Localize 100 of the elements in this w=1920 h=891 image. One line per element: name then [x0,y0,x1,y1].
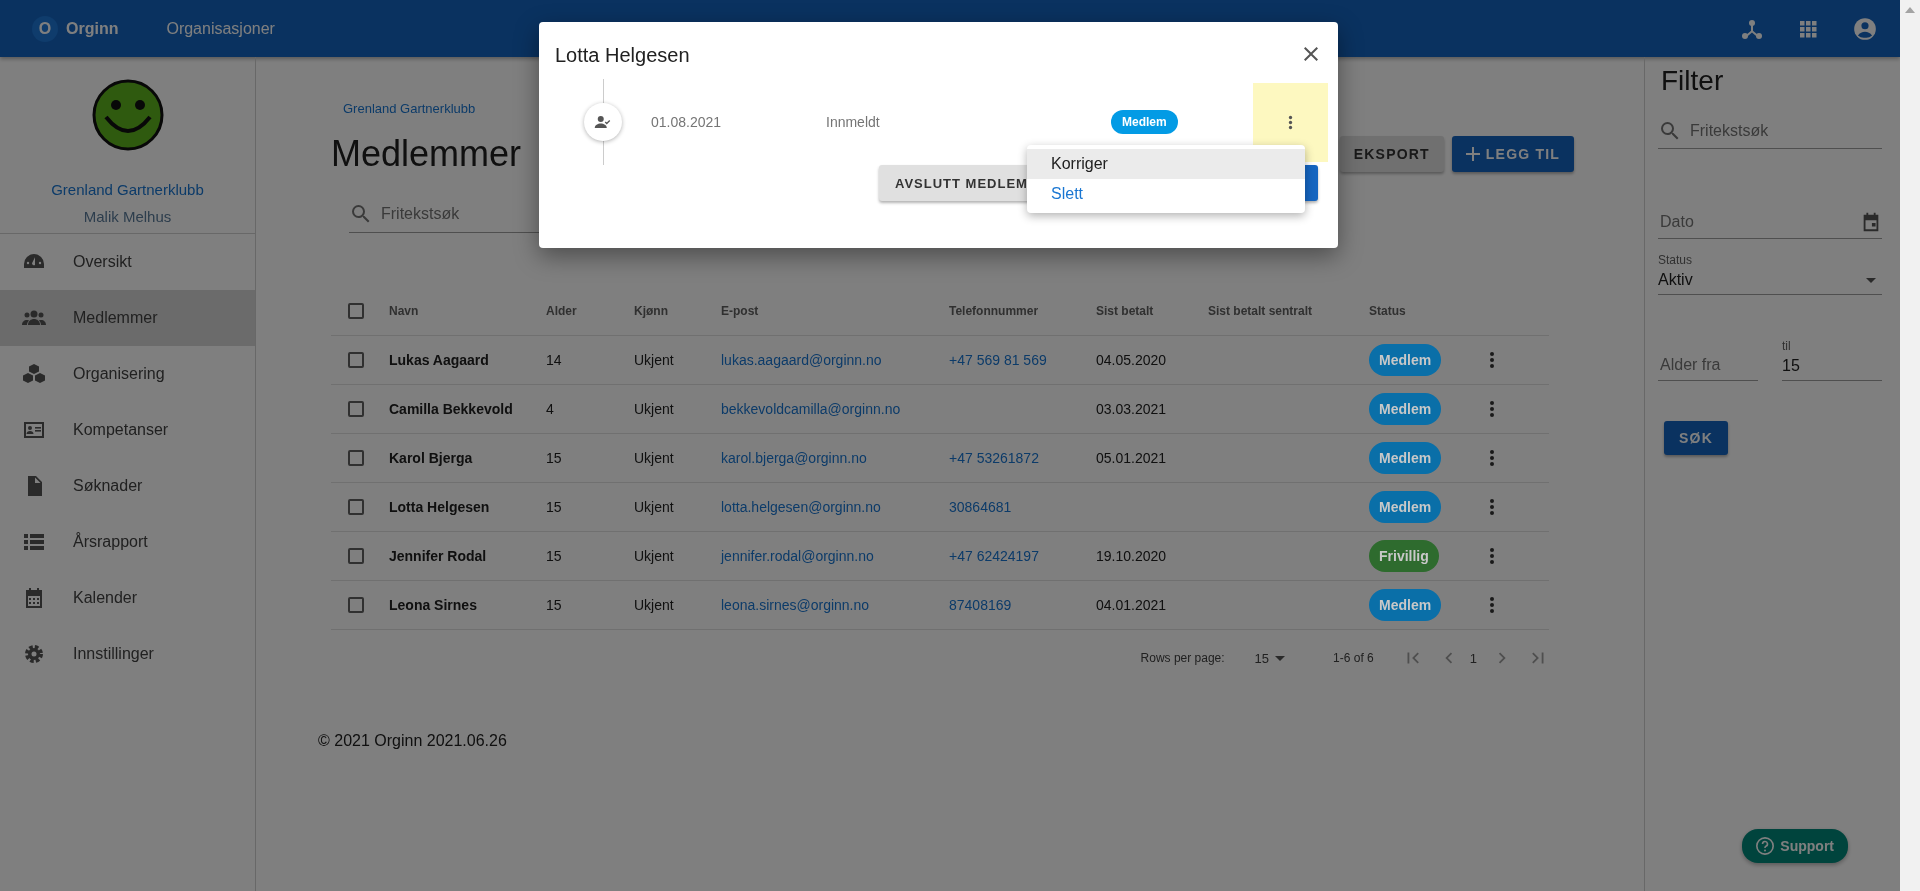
more-icon[interactable] [1489,449,1495,467]
column-header: Status [1369,304,1406,318]
status-chip: Medlem [1369,589,1442,621]
filter-title: Filter [1661,65,1725,97]
dropdown-arrow-icon [1866,277,1876,283]
table-link[interactable]: 87408169 [949,597,1012,613]
page-number[interactable]: 1 [1469,650,1477,666]
table-link[interactable]: jennifer.rodal@orginn.no [721,548,874,564]
column-header: Navn [389,304,419,318]
table-cell: Ukjent [634,499,674,515]
help-icon [1756,837,1775,855]
support-button[interactable]: Support [1742,829,1848,863]
export-button[interactable]: EKSPORT [1339,136,1444,172]
table-cell: 15 [546,597,562,613]
table-cell: 15 [546,450,562,466]
menu-item[interactable]: Korriger [1027,149,1305,179]
rows-per-page-label: Rows per page: [1140,651,1225,665]
age-from-input[interactable]: Alder fra [1658,355,1758,375]
table-cell: 14 [546,352,562,368]
table-link[interactable]: 30864681 [949,499,1012,515]
table-cell: Lukas Aagaard [389,352,489,368]
sidebar-item[interactable]: Organisering [0,346,255,402]
page-title: Medlemmer [331,134,522,174]
column-header: Alder [546,304,577,318]
checkbox[interactable] [348,499,364,515]
sidebar-item[interactable]: Kalender [0,570,255,626]
column-header: Kjønn [634,304,668,318]
table-link[interactable]: lukas.aagaard@orginn.no [721,352,882,368]
dialog-title: Lotta Helgesen [555,44,690,67]
sidebar-item[interactable]: Årsrapport [0,514,255,570]
table-cell: Camilla Bekkevold [389,401,513,417]
more-icon[interactable] [1489,400,1495,418]
more-icon [1288,114,1293,130]
table-cell: 03.03.2021 [1096,401,1167,417]
table-cell: Karol Bjerga [389,450,473,466]
sidebar-item[interactable]: Oversikt [0,234,255,290]
status-chip: Frivillig [1369,540,1439,572]
smiley-icon [91,79,164,151]
checkbox[interactable] [348,401,364,417]
date-input[interactable]: Dato [1658,212,1854,232]
status-chip: Medlem [1369,491,1442,523]
checkbox[interactable] [348,597,364,613]
table-link[interactable]: leona.sirnes@orginn.no [721,597,870,613]
table-cell: Lotta Helgesen [389,499,490,515]
account-icon[interactable] [1852,15,1878,42]
menu-item[interactable]: Slett [1027,179,1305,209]
cubes-icon [22,362,46,386]
app-name: Orginn [66,19,119,38]
status-chip: Medlem [1369,344,1442,376]
checkbox[interactable] [348,450,364,466]
dropdown-arrow-icon[interactable] [1275,655,1286,661]
search-button[interactable]: SØK [1664,421,1728,455]
status-select[interactable]: Status Aktiv [1658,253,1882,295]
checkbox[interactable] [348,352,364,368]
search-input[interactable]: Fritekstsøk [379,204,827,224]
more-icon[interactable] [1489,351,1495,369]
close-icon [1304,47,1318,61]
status-chip: Medlem [1369,393,1442,425]
user-name: Malik Melhus [83,208,172,225]
add-button[interactable]: LEGG TIL [1451,136,1574,172]
table-cell: 04.05.2020 [1096,352,1167,368]
scroll-up-icon[interactable] [1905,6,1915,14]
status-chip: Medlem [1369,442,1442,474]
sidebar-item[interactable]: Kompetanser [0,402,255,458]
sidebar-item[interactable]: Innstillinger [0,626,255,682]
table-link[interactable]: bekkevoldcamilla@orginn.no [721,401,901,417]
table-link[interactable]: +47 569 81 569 [949,352,1047,368]
nav-link[interactable]: Organisasjoner [166,19,275,38]
table-link[interactable]: +47 53261872 [949,450,1039,466]
table-link[interactable]: karol.bjerga@orginn.no [721,450,867,466]
breadcrumb-link[interactable]: Grenland Gartnerklubb [343,101,476,116]
table-cell: Jennifer Rodal [389,548,487,564]
close-button[interactable] [1304,47,1318,64]
organization-name: Grenland Gartnerklubb [51,181,204,198]
checkbox[interactable] [348,548,364,564]
table-link[interactable]: +47 62424197 [949,548,1039,564]
table-cell: 19.10.2020 [1096,548,1167,564]
checkbox[interactable] [348,303,364,319]
person-check-icon [584,103,622,141]
table-cell: Ukjent [634,401,674,417]
status-chip: Medlem [1111,110,1178,134]
table-cell: Ukjent [634,597,674,613]
table-cell: Ukjent [634,548,674,564]
table-cell: 15 [546,548,562,564]
table-cell: 15 [546,499,562,515]
age-to-field[interactable]: til 15 [1782,339,1882,381]
table-link[interactable]: lotta.helgesen@orginn.no [721,499,881,515]
sidebar-item[interactable]: Søknader [0,458,255,514]
gear-icon [22,642,46,666]
rows-per-page-select[interactable]: 15 [1254,650,1270,666]
more-icon[interactable] [1489,547,1495,565]
more-icon[interactable] [1489,596,1495,614]
sidebar-item[interactable]: Medlemmer [0,290,255,346]
page-range: 1-6 of 6 [1333,651,1374,665]
search-input[interactable]: Fritekstsøk [1688,121,1882,141]
column-header: Sist betalt sentralt [1208,304,1313,318]
table-cell: Leona Sirnes [389,597,477,613]
more-icon[interactable] [1489,498,1495,516]
plus-icon [1465,147,1480,161]
logo-badge: O [32,15,58,42]
